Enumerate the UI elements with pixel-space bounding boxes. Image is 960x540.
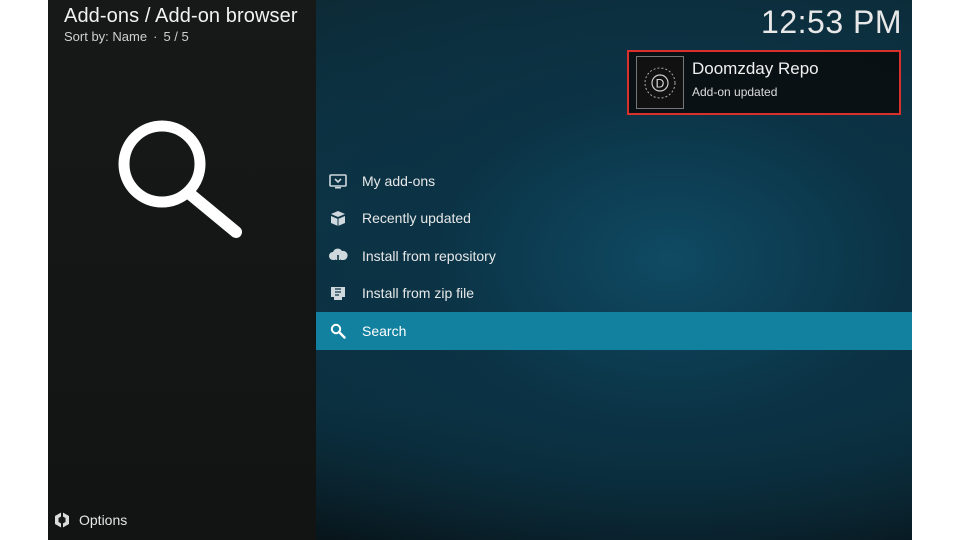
menu-item-label: My add-ons xyxy=(362,172,436,189)
large-search-icon xyxy=(118,120,242,238)
notification-title: Doomzday Repo xyxy=(692,59,819,78)
monitor-box-icon xyxy=(328,171,348,191)
cloud-download-icon xyxy=(328,246,348,266)
menu-item-label: Search xyxy=(362,322,407,339)
options-icon xyxy=(55,511,69,529)
sort-label[interactable]: Sort by: Name xyxy=(64,29,147,44)
open-box-icon xyxy=(328,208,348,228)
clock: 12:53 PM xyxy=(761,4,902,40)
notification-toast: D Doomzday Repo Add-on updated xyxy=(627,50,901,115)
search-icon xyxy=(328,321,348,341)
notification-message: Add-on updated xyxy=(692,85,778,99)
page-title: Add-ons / Add-on browser xyxy=(64,5,298,27)
menu-item-search[interactable]: Search xyxy=(316,312,912,350)
menu-item-install-from-repository[interactable]: Install from repository xyxy=(316,237,912,275)
kodi-window: Add-ons / Add-on browser Sort by: Name · 5… xyxy=(48,0,912,540)
menu-item-recently-updated[interactable]: Recently updated xyxy=(316,200,912,238)
item-position: 5 / 5 xyxy=(163,29,189,44)
options-button[interactable]: Options xyxy=(54,511,127,529)
separator-dot: · xyxy=(153,29,158,44)
addon-browser-menu: My add-ons Recently updated Install from… xyxy=(316,162,912,350)
options-label: Options xyxy=(79,512,128,528)
zip-file-icon xyxy=(328,283,348,303)
repo-logo-icon: D xyxy=(644,67,676,98)
menu-item-label: Install from zip file xyxy=(362,285,475,302)
menu-item-install-from-zip[interactable]: Install from zip file xyxy=(316,275,912,313)
repo-thumbnail: D xyxy=(636,56,684,109)
menu-item-my-addons[interactable]: My add-ons xyxy=(316,162,912,200)
repo-logo-letter: D xyxy=(656,76,665,90)
menu-item-label: Install from repository xyxy=(362,247,496,264)
sort-info: Sort by: Name · 5 / 5 xyxy=(64,29,189,44)
menu-item-label: Recently updated xyxy=(362,210,471,227)
left-panel: Add-ons / Add-on browser Sort by: Name · 5… xyxy=(48,0,316,540)
